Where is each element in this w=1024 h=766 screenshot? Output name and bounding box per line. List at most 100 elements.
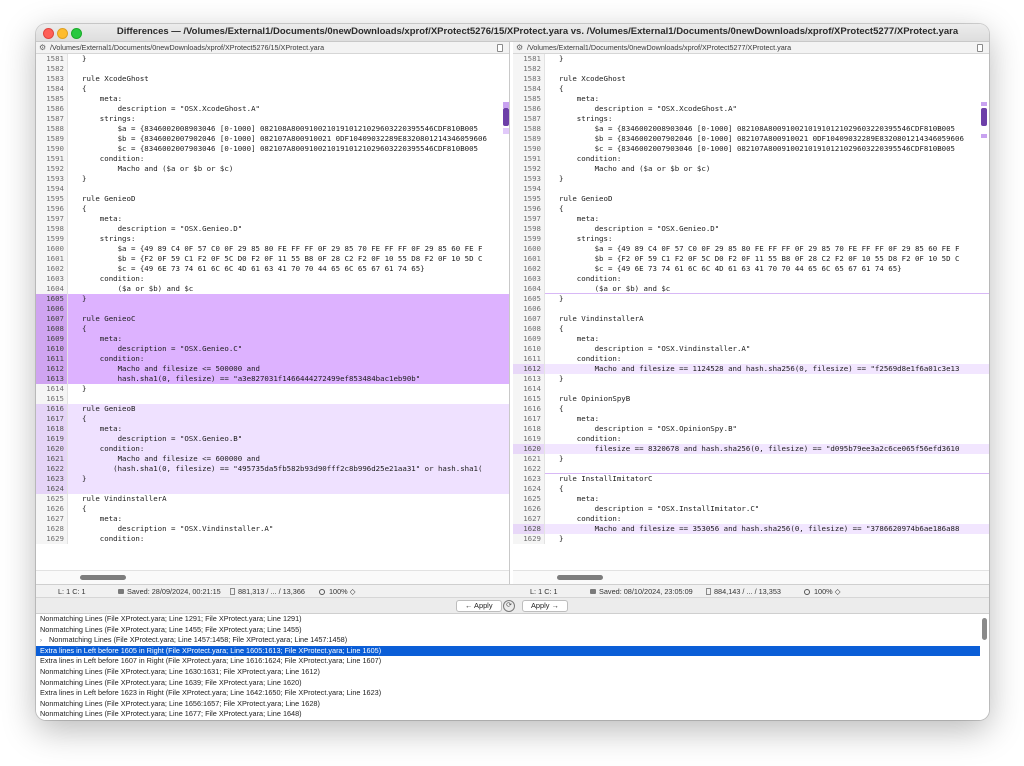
- code-line[interactable]: 1600 $a = {49 89 C4 0F 57 C0 0F 29 85 80…: [36, 244, 509, 254]
- code-line[interactable]: 1613 hash.sha1(0, filesize) == "a3e82703…: [36, 374, 509, 384]
- code-line[interactable]: 1587 strings:: [513, 114, 989, 124]
- code-line[interactable]: 1608 {: [513, 324, 989, 334]
- code-line[interactable]: 1628 description = "OSX.Vindinstaller.A": [36, 524, 509, 534]
- difference-row[interactable]: Nonmatching Lines (File XProtect.yara; L…: [36, 678, 980, 689]
- code-line[interactable]: 1617 {: [36, 414, 509, 424]
- difference-row[interactable]: Extra lines in Left before 1623 in Right…: [36, 688, 980, 699]
- code-line[interactable]: 1620 filesize == 8320678 and hash.sha256…: [513, 444, 989, 454]
- code-line[interactable]: 1599 strings:: [36, 234, 509, 244]
- code-line[interactable]: 1614: [513, 384, 989, 394]
- code-line[interactable]: 1607 rule VindinstallerA: [513, 314, 989, 324]
- disclosure-triangle-icon[interactable]: ›: [40, 636, 49, 646]
- code-line[interactable]: 1618 description = "OSX.OpinionSpy.B": [513, 424, 989, 434]
- code-line[interactable]: 1596 {: [36, 204, 509, 214]
- code-line[interactable]: 1612 Macho and filesize <= 500000 and: [36, 364, 509, 374]
- code-line[interactable]: 1611 condition:: [36, 354, 509, 364]
- code-line[interactable]: 1624: [36, 484, 509, 494]
- code-line[interactable]: 1588 $a = {8346002008903046 [0-1000] 082…: [513, 124, 989, 134]
- code-line[interactable]: 1602 $c = {49 6E 73 74 61 6C 6C 4D 61 63…: [36, 264, 509, 274]
- code-line[interactable]: 1609 meta:: [513, 334, 989, 344]
- code-line[interactable]: 1609 meta:: [36, 334, 509, 344]
- code-line[interactable]: 1597 meta:: [513, 214, 989, 224]
- code-line[interactable]: 1623}: [36, 474, 509, 484]
- code-line[interactable]: 1604 ($a or $b) and $c: [36, 284, 509, 294]
- code-line[interactable]: 1607 rule GenieoC: [36, 314, 509, 324]
- difference-row[interactable]: Extra lines in Left before 1607 in Right…: [36, 656, 980, 667]
- code-line[interactable]: 1605}: [513, 294, 989, 304]
- code-line[interactable]: 1612 Macho and filesize == 1124528 and h…: [513, 364, 989, 374]
- code-line[interactable]: 1581}: [36, 54, 509, 64]
- code-line[interactable]: 1615: [36, 394, 509, 404]
- gear-icon[interactable]: ⚙: [516, 42, 523, 53]
- code-line[interactable]: 1626 description = "OSX.InstallImitator.…: [513, 504, 989, 514]
- code-line[interactable]: 1592 Macho and ($a or $b or $c): [36, 164, 509, 174]
- code-line[interactable]: 1600 $a = {49 89 C4 0F 57 C0 0F 29 85 80…: [513, 244, 989, 254]
- code-line[interactable]: 1616 rule GenieoB: [36, 404, 509, 414]
- scroll-thumb[interactable]: [80, 575, 126, 580]
- document-icon[interactable]: [977, 44, 983, 52]
- code-line[interactable]: 1604 ($a or $b) and $c: [513, 284, 989, 294]
- code-line[interactable]: 1596 {: [513, 204, 989, 214]
- code-line[interactable]: 1625 meta:: [513, 494, 989, 504]
- difference-row[interactable]: Nonmatching Lines (File XProtect.yara; L…: [36, 699, 980, 710]
- code-line[interactable]: 1615 rule OpinionSpyB: [513, 394, 989, 404]
- code-line[interactable]: 1581}: [513, 54, 989, 64]
- code-line[interactable]: 1589 $b = {8346002007902046 [0-1000] 082…: [36, 134, 509, 144]
- code-line[interactable]: 1591 condition:: [36, 154, 509, 164]
- difference-row[interactable]: Nonmatching Lines (File XProtect.yara; L…: [36, 667, 980, 678]
- left-horizontal-scrollbar[interactable]: [36, 570, 509, 584]
- differences-list[interactable]: Nonmatching Lines (File XProtect.yara; L…: [36, 614, 989, 720]
- code-line[interactable]: 1590 $c = {8346002007903046 [0-1000] 082…: [513, 144, 989, 154]
- code-line[interactable]: 1627 condition:: [513, 514, 989, 524]
- code-line[interactable]: 1614}: [36, 384, 509, 394]
- code-line[interactable]: 1602 $c = {49 6E 73 74 61 6C 6C 4D 61 63…: [513, 264, 989, 274]
- code-line[interactable]: 1610 description = "OSX.Genieo.C": [36, 344, 509, 354]
- scroll-thumb[interactable]: [503, 108, 509, 126]
- code-line[interactable]: 1582: [513, 64, 989, 74]
- code-line[interactable]: 1585 meta:: [36, 94, 509, 104]
- code-line[interactable]: 1584 {: [513, 84, 989, 94]
- code-line[interactable]: 1594: [513, 184, 989, 194]
- list-scroll-thumb[interactable]: [982, 618, 987, 640]
- zoom-window-button[interactable]: [71, 28, 82, 39]
- code-line[interactable]: 1618 meta:: [36, 424, 509, 434]
- code-line[interactable]: 1622: [513, 464, 989, 474]
- apply-right-button[interactable]: Apply →: [522, 600, 568, 612]
- code-line[interactable]: 1606: [36, 304, 509, 314]
- difference-row[interactable]: Extra lines in Left before 1605 in Right…: [36, 645, 980, 657]
- sync-scroll-icon[interactable]: ⟳: [503, 600, 515, 612]
- code-line[interactable]: 1583 rule XcodeGhost: [36, 74, 509, 84]
- code-line[interactable]: 1619 description = "OSX.Genieo.B": [36, 434, 509, 444]
- code-line[interactable]: 1584 {: [36, 84, 509, 94]
- code-line[interactable]: 1591 condition:: [513, 154, 989, 164]
- code-line[interactable]: 1627 meta:: [36, 514, 509, 524]
- code-line[interactable]: 1601 $b = {F2 0F 59 C1 F2 0F 5C D0 F2 0F…: [513, 254, 989, 264]
- code-line[interactable]: 1582: [36, 64, 509, 74]
- code-line[interactable]: 1608 {: [36, 324, 509, 334]
- code-line[interactable]: 1590 $c = {8346002007903046 [0-1000] 082…: [36, 144, 509, 154]
- code-line[interactable]: 1593}: [36, 174, 509, 184]
- code-line[interactable]: 1624 {: [513, 484, 989, 494]
- code-line[interactable]: 1611 condition:: [513, 354, 989, 364]
- right-code-view[interactable]: 1581} 1582 1583 rule XcodeGhost 1584{1585 me…: [513, 54, 989, 570]
- code-line[interactable]: 1588 $a = {8346002008903046 [0-1000] 082…: [36, 124, 509, 134]
- code-line[interactable]: 1610 description = "OSX.Vindinstaller.A": [513, 344, 989, 354]
- code-line[interactable]: 1622 (hash.sha1(0, filesize) == "495735d…: [36, 464, 509, 474]
- document-icon[interactable]: [497, 44, 503, 52]
- code-line[interactable]: 1606: [513, 304, 989, 314]
- difference-row[interactable]: Nonmatching Lines (File XProtect.yara; L…: [36, 614, 980, 625]
- code-line[interactable]: 1592 Macho and ($a or $b or $c): [513, 164, 989, 174]
- code-line[interactable]: 1603 condition:: [36, 274, 509, 284]
- code-line[interactable]: 1585 meta:: [513, 94, 989, 104]
- left-code-view[interactable]: 1581} 1582 1583 rule XcodeGhost 1584{1585 me…: [36, 54, 509, 570]
- code-line[interactable]: 1598 description = "OSX.Genieo.D": [513, 224, 989, 234]
- right-horizontal-scrollbar[interactable]: [513, 570, 989, 584]
- code-line[interactable]: 1626 {: [36, 504, 509, 514]
- difference-row[interactable]: Nonmatching Lines (File XProtect.yara; L…: [36, 709, 980, 720]
- code-line[interactable]: 1616 {: [513, 404, 989, 414]
- code-line[interactable]: 1598 description = "OSX.Genieo.D": [36, 224, 509, 234]
- code-line[interactable]: 1621}: [513, 454, 989, 464]
- code-line[interactable]: 1586 description = "OSX.XcodeGhost.A": [513, 104, 989, 114]
- close-window-button[interactable]: [43, 28, 54, 39]
- code-line[interactable]: 1586 description = "OSX.XcodeGhost.A": [36, 104, 509, 114]
